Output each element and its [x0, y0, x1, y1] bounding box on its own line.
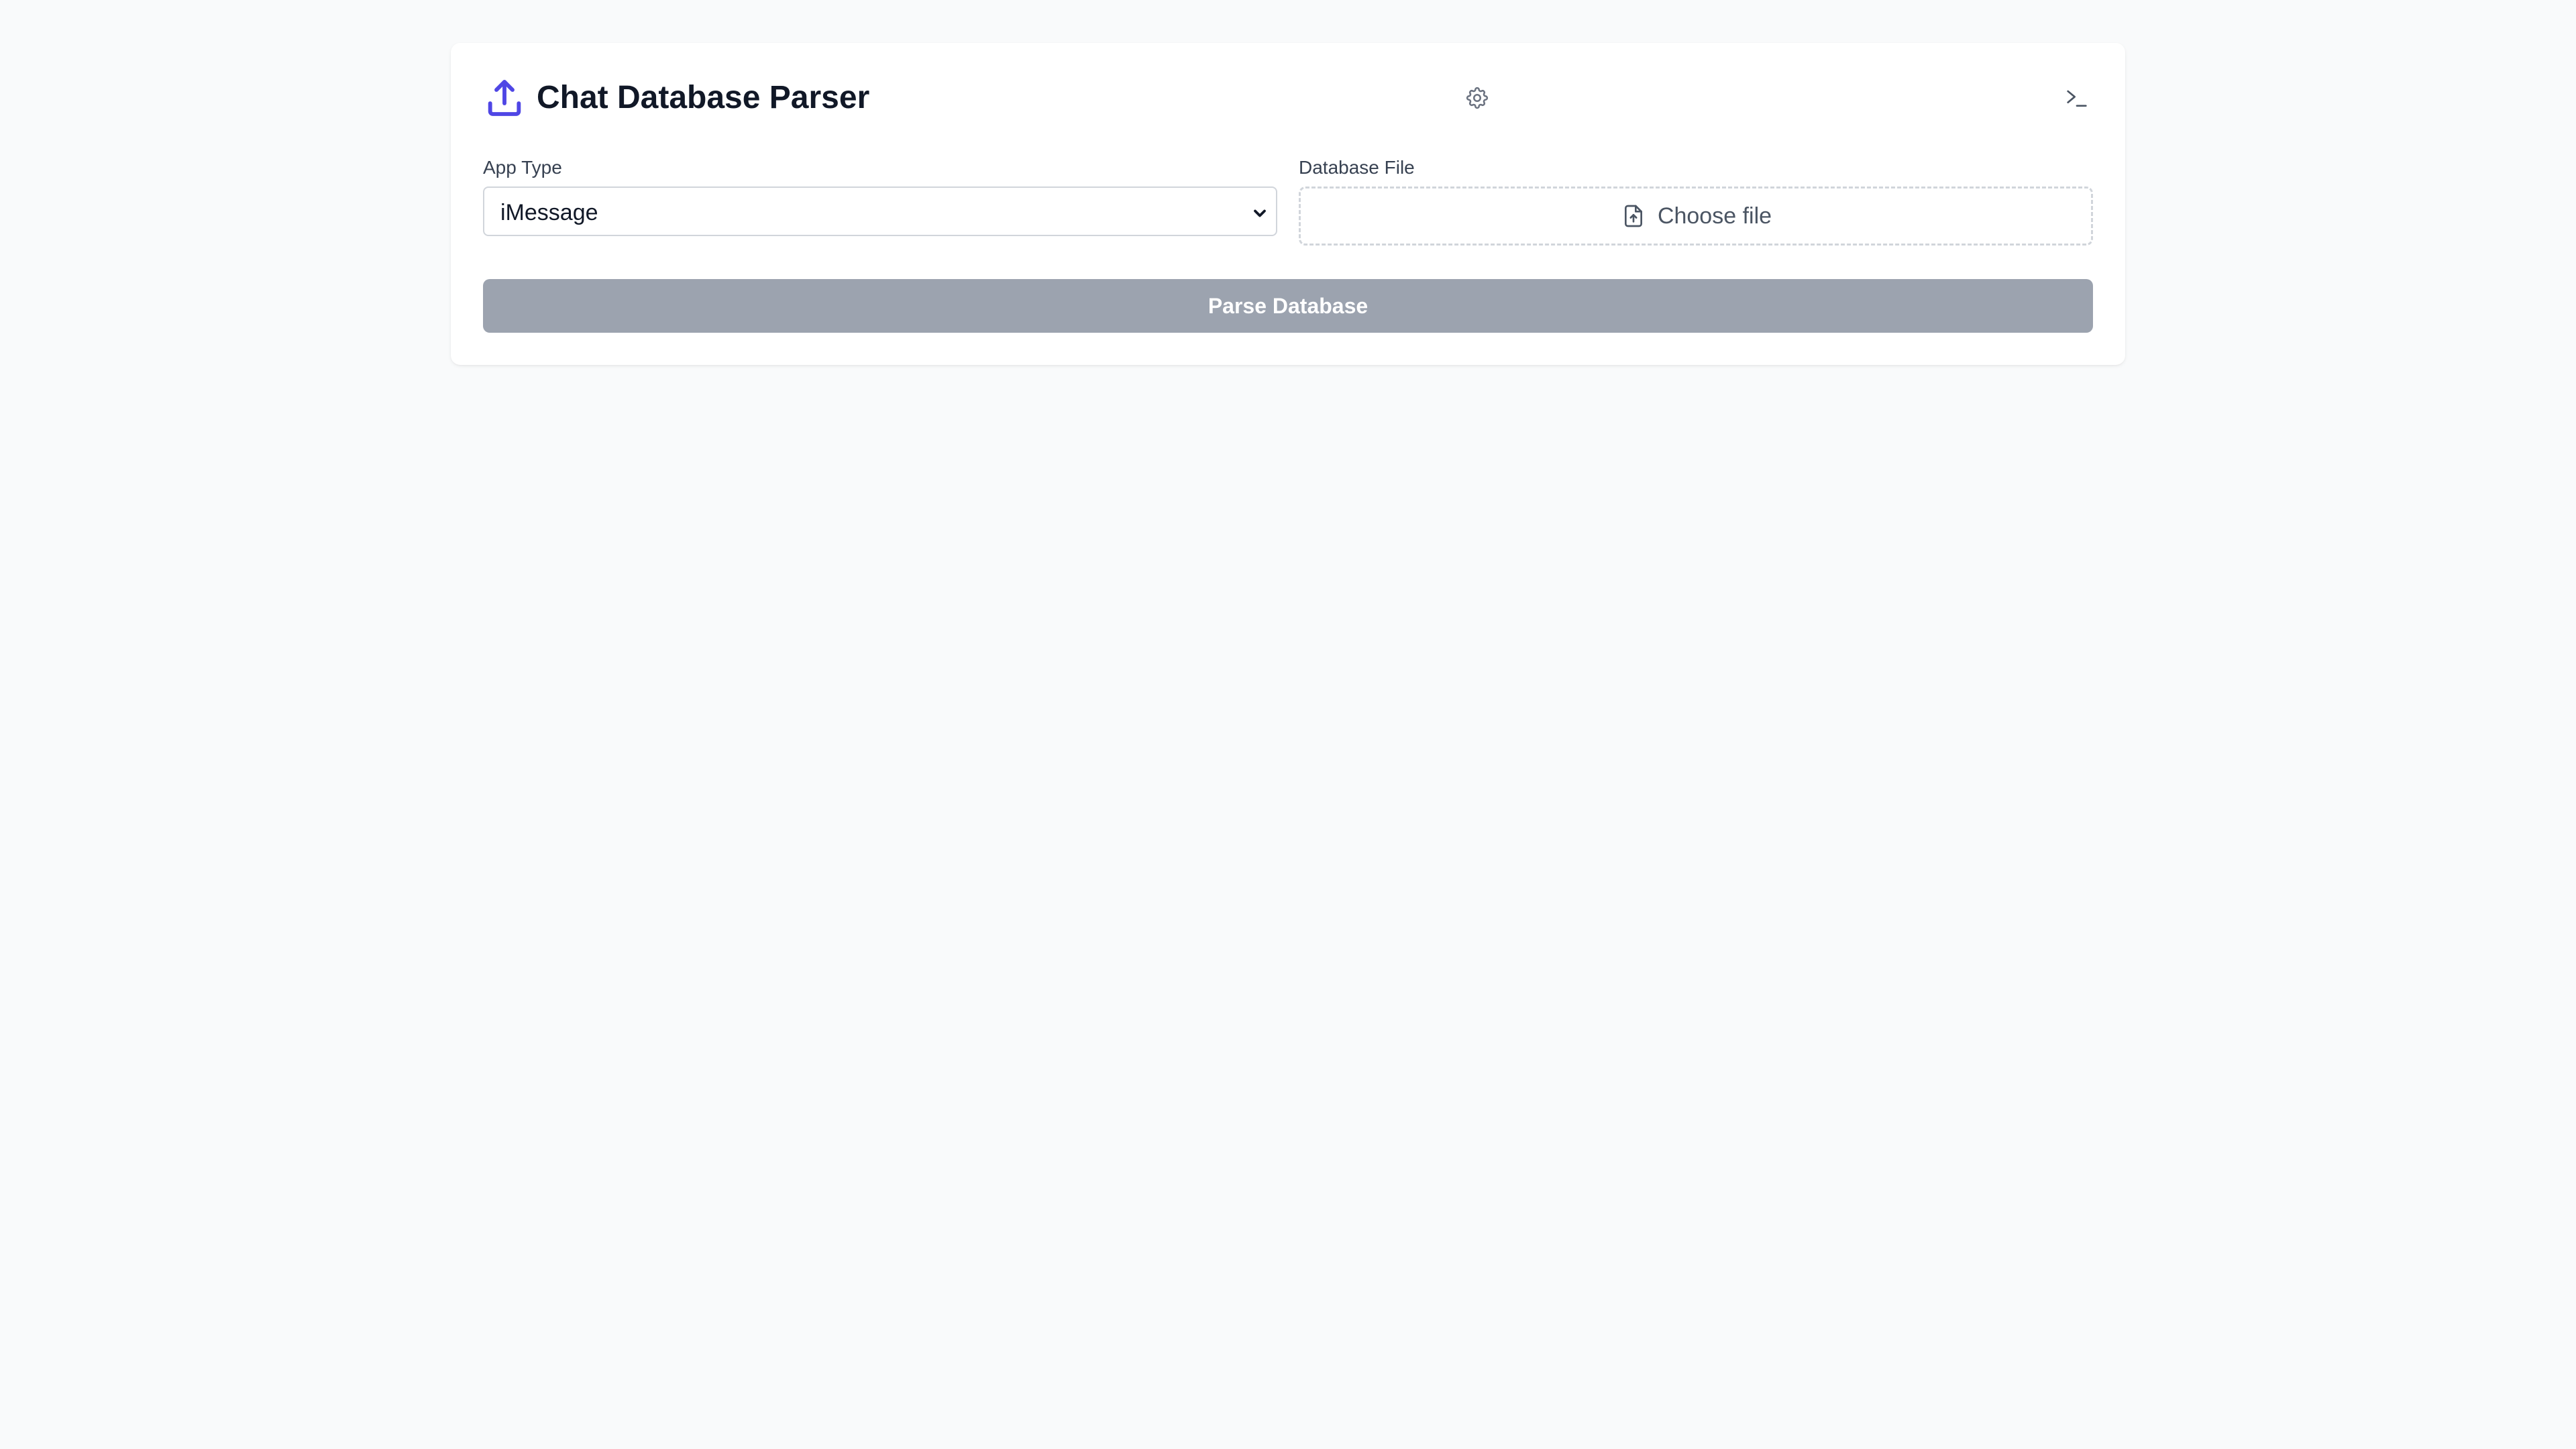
- page-title: Chat Database Parser: [537, 80, 870, 115]
- app-type-label: App Type: [483, 157, 562, 178]
- app-type-selected-value: iMessage: [500, 200, 598, 225]
- terminal-icon: [2063, 85, 2090, 115]
- file-upload-icon: [1620, 203, 1647, 229]
- choose-file-button[interactable]: Choose file: [1299, 186, 2093, 246]
- parser-card: Chat Database Parser App Type iMessage D…: [451, 43, 2125, 365]
- gear-icon: [1464, 85, 1490, 114]
- choose-file-label: Choose file: [1657, 203, 1772, 229]
- terminal-button[interactable]: [2061, 85, 2093, 114]
- app-type-select[interactable]: iMessage: [483, 186, 1277, 236]
- card-header: Chat Database Parser: [483, 76, 2093, 141]
- parse-database-button[interactable]: Parse Database: [483, 279, 2093, 333]
- database-file-label: Database File: [1299, 157, 1415, 178]
- chevron-down-icon: [1250, 204, 1269, 223]
- upload-tray-icon: [483, 76, 526, 119]
- settings-button[interactable]: [1462, 85, 1492, 114]
